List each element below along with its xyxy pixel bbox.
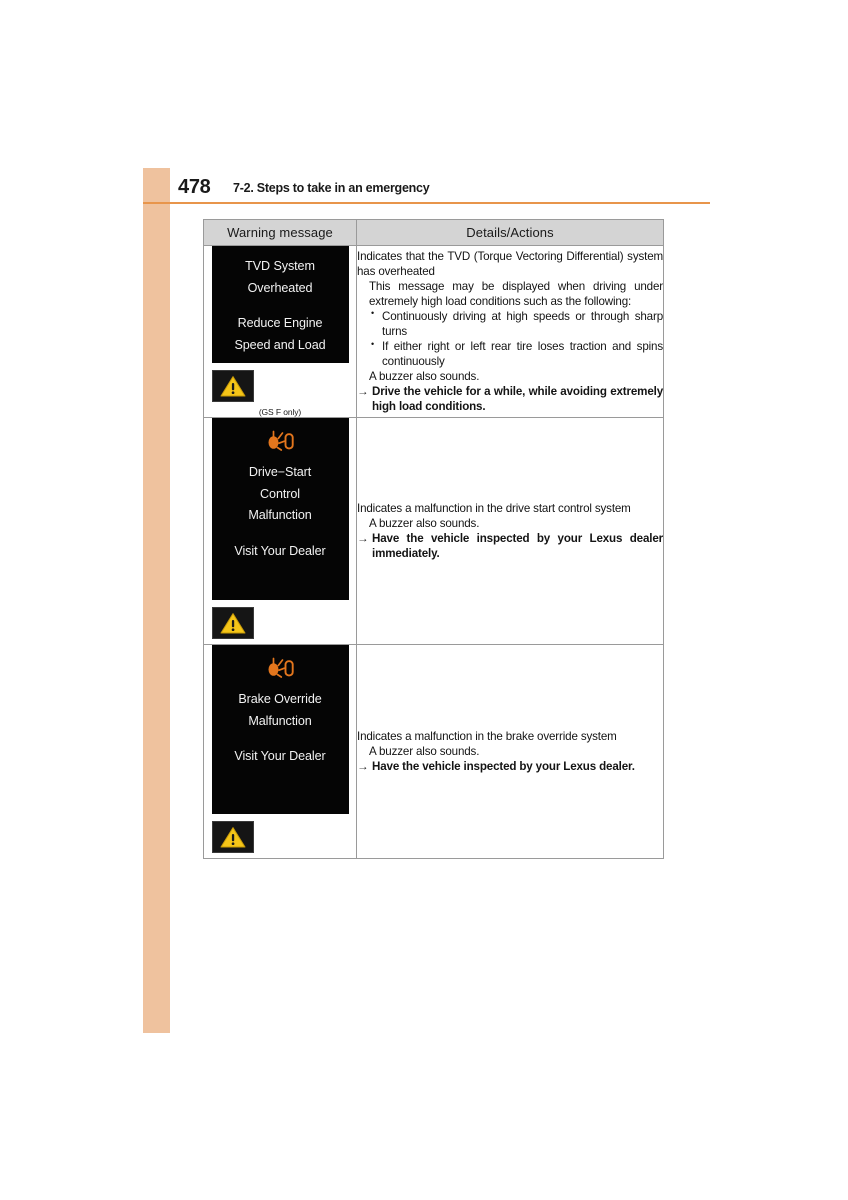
- details-note: This message may be displayed when drivi…: [369, 279, 663, 308]
- display-line: Visit Your Dealer: [234, 749, 326, 764]
- display-line: Brake Override: [238, 692, 322, 706]
- table-row: TVD System Overheated Reduce Engine Spee…: [203, 245, 664, 418]
- details-intro: Indicates a malfunction in the drive sta…: [357, 501, 631, 515]
- details-buzzer: A buzzer also sounds.: [369, 516, 480, 530]
- table-header-row: Warning message Details/Actions: [203, 219, 664, 246]
- display-line: TVD System: [245, 259, 315, 273]
- display-line: Malfunction: [248, 508, 312, 523]
- column-header-warning-message: Warning message: [203, 219, 357, 246]
- display-line: Drive−Start: [248, 465, 312, 479]
- warning-triangle-icon: [211, 370, 254, 402]
- details-cell-tvd: Indicates that the TVD (Torque Vectoring…: [356, 245, 664, 418]
- warning-message-cell-drive-start: Drive−Start Control Malfunction Visit Yo…: [203, 417, 357, 645]
- warning-message-cell-brake-override: Brake Override Malfunction Visit Your De…: [203, 644, 357, 859]
- details-action: Drive the vehicle for a while, while avo…: [357, 384, 663, 414]
- display-line: Malfunction: [248, 713, 312, 728]
- warning-triangle-icon: [211, 821, 254, 853]
- display-line: Reduce Engine: [237, 316, 323, 331]
- header-rule: [143, 202, 710, 205]
- section-title: 7-2. Steps to take in an emergency: [233, 181, 430, 195]
- instrument-display-tvd: TVD System Overheated Reduce Engine Spee…: [211, 246, 349, 363]
- details-cell-brake-override: Indicates a malfunction in the brake ove…: [356, 644, 664, 859]
- table-row: Drive−Start Control Malfunction Visit Yo…: [203, 417, 664, 645]
- details-buzzer: A buzzer also sounds.: [369, 370, 480, 384]
- instrument-display-brake-override: Brake Override Malfunction Visit Your De…: [211, 645, 349, 814]
- details-buzzer: A buzzer also sounds.: [369, 744, 480, 758]
- details-bullet: If either right or left rear tire loses …: [371, 339, 663, 369]
- details-intro: Indicates that the TVD (Torque Vectoring…: [357, 249, 663, 278]
- display-line: Speed and Load: [234, 337, 326, 352]
- display-line: Control: [260, 486, 300, 501]
- column-header-details-actions: Details/Actions: [356, 219, 664, 246]
- warning-triangle-icon: [211, 607, 254, 639]
- display-line-spacer: [212, 732, 349, 746]
- page-number: 478: [178, 176, 211, 198]
- display-line-spacer: [212, 299, 349, 313]
- page-accent-bar: [143, 168, 170, 1033]
- details-intro: Indicates a malfunction in the brake ove…: [357, 729, 617, 743]
- warning-message-table: Warning message Details/Actions TVD Syst…: [203, 219, 664, 859]
- details-bullet: Continuously driving at high speeds or t…: [371, 308, 663, 339]
- details-cell-drive-start: Indicates a malfunction in the drive sta…: [356, 417, 664, 645]
- display-line: Visit Your Dealer: [234, 543, 326, 558]
- table-row: Brake Override Malfunction Visit Your De…: [203, 644, 664, 859]
- display-line-spacer: [212, 527, 349, 541]
- details-action: Have the vehicle inspected by your Lexus…: [357, 531, 663, 561]
- brake-override-telltale-icon: [265, 430, 295, 452]
- warning-message-cell-tvd: TVD System Overheated Reduce Engine Spee…: [203, 245, 357, 418]
- details-action: Have the vehicle inspected by your Lexus…: [357, 759, 663, 774]
- brake-override-telltale-icon: [265, 657, 295, 679]
- display-line: Overheated: [247, 280, 313, 295]
- display-caption: (GS F only): [258, 407, 302, 417]
- page-header: 478 7-2. Steps to take in an emergency: [170, 176, 710, 204]
- instrument-display-drive-start: Drive−Start Control Malfunction Visit Yo…: [211, 418, 349, 600]
